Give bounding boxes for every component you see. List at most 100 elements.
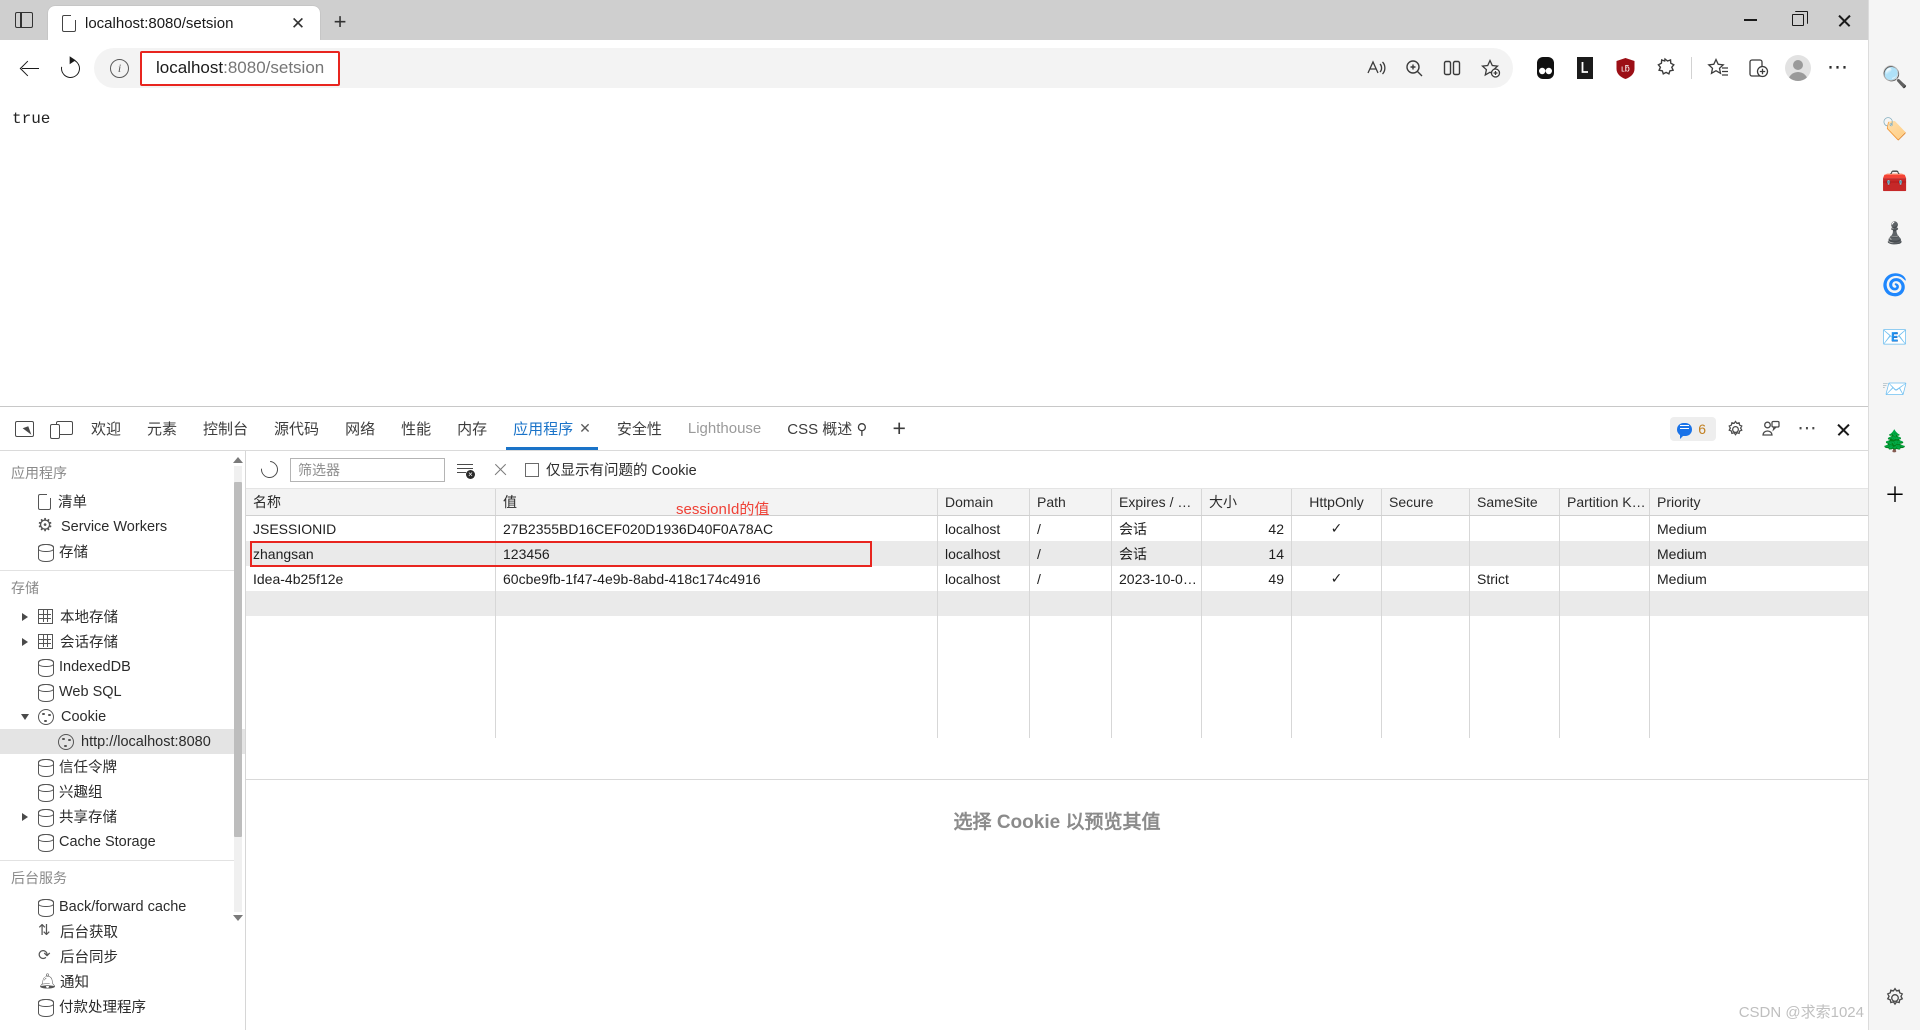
sidebar-item-cookie-origin[interactable]: http://localhost:8080 xyxy=(0,729,245,754)
split-screen-icon[interactable] xyxy=(1433,49,1471,87)
zoom-icon[interactable] xyxy=(1395,49,1433,87)
browser-tab[interactable]: localhost:8080/setsion ✕ xyxy=(48,6,320,40)
sidebar-office-icon[interactable]: 🌀 xyxy=(1869,260,1920,312)
column-header-expires[interactable]: Expires / … xyxy=(1112,489,1202,515)
scroll-up-arrow[interactable] xyxy=(233,454,243,466)
tab-css-overview[interactable]: CSS 概述 ⚲ xyxy=(774,407,880,450)
column-header-path[interactable]: Path xyxy=(1030,489,1112,515)
devtools-close-button[interactable] xyxy=(1826,412,1860,446)
column-header-httponly[interactable]: HttpOnly xyxy=(1292,489,1382,515)
sidebar-item-storage[interactable]: 存储 xyxy=(0,539,245,564)
refresh-cookies-button[interactable] xyxy=(256,457,282,483)
maximize-button[interactable] xyxy=(1774,0,1821,40)
read-aloud-icon[interactable] xyxy=(1357,49,1395,87)
back-button[interactable] xyxy=(10,48,50,88)
tab-elements[interactable]: 元素 xyxy=(134,407,190,450)
sidebar-item-manifest[interactable]: 清单 xyxy=(0,489,245,514)
extension-l-icon[interactable] xyxy=(1565,48,1605,88)
column-header-partition-key[interactable]: Partition K… xyxy=(1560,489,1650,515)
sidebar-games-icon[interactable]: ♟️ xyxy=(1869,208,1920,260)
new-tab-button[interactable]: + xyxy=(326,8,354,36)
tab-application[interactable]: 应用程序 ✕ xyxy=(500,407,604,450)
extension-puzzle-icon[interactable] xyxy=(1645,48,1685,88)
extension-dark-icon[interactable] xyxy=(1525,48,1565,88)
scrollbar-thumb[interactable] xyxy=(234,482,242,837)
sidebar-item-notifications[interactable]: 🔔︎ 通知 xyxy=(0,969,245,994)
only-problematic-checkbox[interactable]: 仅显示有问题的 Cookie xyxy=(525,459,697,480)
browser-more-button[interactable]: ⋯ xyxy=(1818,48,1858,88)
sidebar-item-background-sync[interactable]: ⟳ 后台同步 xyxy=(0,944,245,969)
collections-icon[interactable] xyxy=(1738,48,1778,88)
tab-security[interactable]: 安全性 xyxy=(604,407,675,450)
sidebar-tools-icon[interactable]: 🧰 xyxy=(1869,156,1920,208)
clear-filters-icon: × xyxy=(457,462,475,479)
minimize-button[interactable] xyxy=(1727,0,1774,40)
inspect-element-button[interactable] xyxy=(6,413,42,445)
sidebar-item-trust-tokens[interactable]: 信任令牌 xyxy=(0,754,245,779)
add-favorite-icon[interactable] xyxy=(1471,49,1509,87)
close-window-button[interactable] xyxy=(1821,0,1868,40)
sidebar-scrollbar[interactable] xyxy=(233,454,243,924)
devtools-more-button[interactable]: ⋯ xyxy=(1790,412,1824,446)
column-header-samesite[interactable]: SameSite xyxy=(1470,489,1560,515)
site-info-icon[interactable]: i xyxy=(110,58,129,78)
checkbox-box[interactable] xyxy=(525,462,539,477)
sidebar-item-interest-groups[interactable]: 兴趣组 xyxy=(0,779,245,804)
sidebar-item-indexeddb[interactable]: IndexedDB xyxy=(0,654,245,679)
tab-close-icon[interactable]: ✕ xyxy=(579,420,591,437)
tab-memory[interactable]: 内存 xyxy=(444,407,500,450)
panel-splitter[interactable] xyxy=(246,779,1868,780)
chevron-right-icon[interactable] xyxy=(22,812,28,821)
table-row[interactable]: JSESSIONID 27B2355BD16CEF020D1936D40F0A7… xyxy=(246,516,1868,541)
devtools-settings-button[interactable] xyxy=(1718,412,1752,446)
tab-network[interactable]: 网络 xyxy=(332,407,388,450)
tab-console[interactable]: 控制台 xyxy=(190,407,261,450)
device-toolbar-button[interactable] xyxy=(42,413,78,445)
sidebar-tree-icon[interactable]: 🌲 xyxy=(1869,416,1920,468)
sidebar-item-service-workers[interactable]: Service Workers xyxy=(0,514,245,539)
favorites-icon[interactable] xyxy=(1698,48,1738,88)
reload-button[interactable] xyxy=(50,48,90,88)
scroll-down-arrow[interactable] xyxy=(233,912,243,924)
tab-actions-button[interactable] xyxy=(0,0,48,40)
column-header-domain[interactable]: Domain xyxy=(938,489,1030,515)
clear-all-cookies-button[interactable] xyxy=(487,457,513,483)
column-header-name[interactable]: 名称 xyxy=(246,489,496,515)
sidebar-item-cache-storage[interactable]: Cache Storage xyxy=(0,829,245,854)
sidebar-item-session-storage[interactable]: 会话存储 xyxy=(0,629,245,654)
sidebar-item-cookie[interactable]: Cookie xyxy=(0,704,245,729)
sidebar-settings-button[interactable] xyxy=(1869,976,1920,1020)
address-input[interactable]: localhost:8080/setsion xyxy=(156,58,324,77)
column-header-secure[interactable]: Secure xyxy=(1382,489,1470,515)
shield-icon[interactable]: ʟƃ xyxy=(1605,48,1645,88)
sidebar-outlook-icon[interactable]: 📧 xyxy=(1869,312,1920,364)
clear-filters-button[interactable]: × xyxy=(453,457,479,483)
sidebar-item-web-sql[interactable]: Web SQL xyxy=(0,679,245,704)
tab-sources[interactable]: 源代码 xyxy=(261,407,332,450)
column-header-priority[interactable]: Priority xyxy=(1650,489,1846,515)
database-icon xyxy=(38,658,54,677)
sidebar-search-icon[interactable]: 🔍 xyxy=(1869,52,1920,104)
sidebar-add-icon[interactable]: ＋ xyxy=(1869,468,1920,520)
profile-avatar[interactable] xyxy=(1778,48,1818,88)
add-panel-button[interactable]: + xyxy=(880,417,917,440)
devtools-customize-button[interactable] xyxy=(1754,412,1788,446)
sidebar-item-shared-storage[interactable]: 共享存储 xyxy=(0,804,245,829)
tab-close-icon[interactable]: ✕ xyxy=(284,9,312,37)
tab-lighthouse[interactable]: Lighthouse xyxy=(675,407,774,450)
sidebar-item-payment-handler[interactable]: 付款处理程序 xyxy=(0,994,245,1019)
address-bar[interactable]: i localhost:8080/setsion xyxy=(94,48,1513,88)
sidebar-item-local-storage[interactable]: 本地存储 xyxy=(0,604,245,629)
sidebar-item-background-fetch[interactable]: ⇅ 后台获取 xyxy=(0,919,245,944)
tab-welcome[interactable]: 欢迎 xyxy=(78,407,134,450)
tab-performance[interactable]: 性能 xyxy=(388,407,444,450)
chevron-down-icon[interactable] xyxy=(21,713,29,720)
sidebar-item-bfcache[interactable]: Back/forward cache xyxy=(0,894,245,919)
filter-input[interactable]: 筛选器 xyxy=(290,457,445,482)
sidebar-send-icon[interactable]: 📨 xyxy=(1869,364,1920,416)
chevron-right-icon[interactable] xyxy=(22,612,28,621)
sidebar-shopping-tag-icon[interactable]: 🏷️ xyxy=(1869,104,1920,156)
column-header-size[interactable]: 大小 xyxy=(1202,489,1292,515)
chevron-right-icon[interactable] xyxy=(22,637,28,646)
message-count-badge[interactable]: 6 xyxy=(1670,417,1716,441)
